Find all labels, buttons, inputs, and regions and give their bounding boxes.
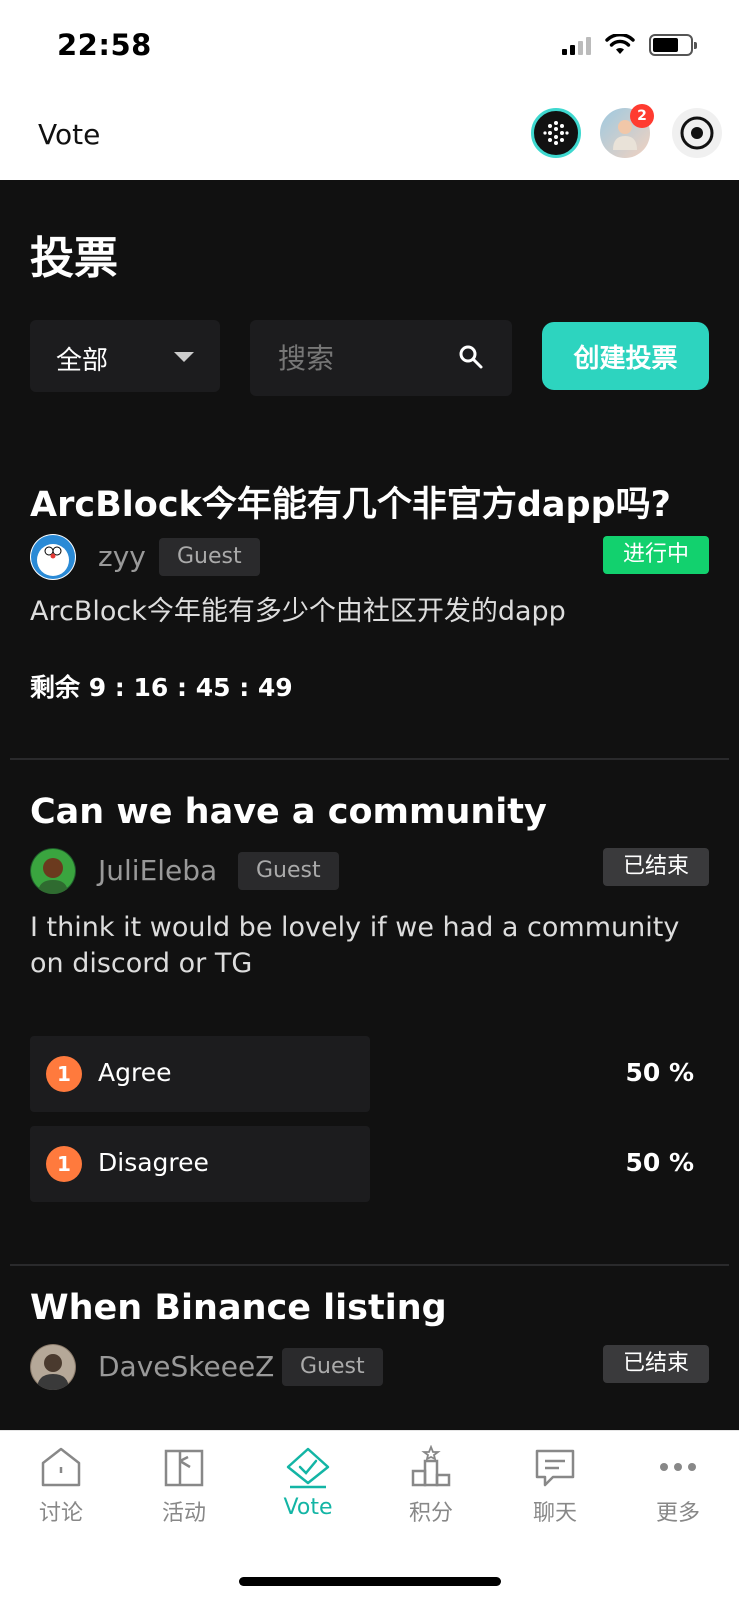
role-tag: Guest: [238, 852, 339, 890]
home-indicator: [239, 1577, 501, 1586]
category-filter-dropdown[interactable]: 全部: [30, 320, 220, 392]
user-avatar: [31, 1345, 75, 1390]
tab-label: 更多: [655, 1501, 700, 1526]
user-avatar: [31, 849, 75, 894]
arcblock-logo-icon: [543, 121, 569, 145]
status-badge: 进行中: [602, 536, 709, 574]
home-icon: [41, 1447, 81, 1487]
option-vote-count: 1: [46, 1146, 82, 1182]
gift-icon: [164, 1449, 204, 1487]
author-avatar[interactable]: [30, 1344, 76, 1390]
option-vote-count: 1: [46, 1056, 82, 1092]
poll-description: ArcBlock今年能有多少个由社区开发的dapp: [30, 596, 566, 627]
search-box: [250, 320, 512, 396]
miniprogram-close-button[interactable]: [672, 108, 722, 158]
divider: [10, 1264, 729, 1266]
vote-option[interactable]: 1 Agree 50 %: [30, 1036, 710, 1112]
author-name[interactable]: DaveSkeeeZ: [98, 1350, 274, 1383]
filter-label: 全部: [56, 346, 109, 376]
chat-icon: [535, 1449, 575, 1487]
role-tag: Guest: [159, 538, 260, 576]
search-icon[interactable]: [458, 344, 484, 370]
role-tag: Guest: [282, 1348, 383, 1386]
bottom-tab-bar: 讨论 活动 Vote 积分 聊天 更多: [0, 1430, 739, 1600]
author-name[interactable]: zyy: [98, 540, 146, 573]
tab-label: Vote: [283, 1495, 333, 1520]
tab-label: 讨论: [38, 1501, 83, 1526]
option-percent: 50 %: [625, 1148, 694, 1177]
option-percent: 50 %: [625, 1058, 694, 1087]
tab-label: 活动: [161, 1501, 206, 1526]
tab-label: 积分: [408, 1501, 453, 1526]
vote-icon: [286, 1447, 330, 1489]
poll-title[interactable]: Can we have a community: [30, 792, 547, 832]
author-avatar[interactable]: [30, 534, 76, 580]
tab-label: 聊天: [532, 1501, 577, 1526]
notification-badge: 2: [630, 104, 654, 128]
caret-down-icon: [174, 352, 194, 362]
status-icons: [562, 34, 697, 56]
doraemon-avatar: [31, 535, 75, 579]
status-bar: 22:58: [0, 0, 739, 92]
tab-vote[interactable]: Vote: [253, 1445, 363, 1520]
wifi-icon: [605, 34, 635, 54]
option-label: Agree: [98, 1058, 172, 1087]
arcblock-logo-button[interactable]: [531, 108, 581, 158]
poll-title[interactable]: ArcBlock今年能有几个非官方dapp吗?: [30, 476, 671, 527]
tab-discussion[interactable]: 讨论: [6, 1445, 116, 1527]
vote-option[interactable]: 1 Disagree 50 %: [30, 1126, 710, 1202]
tab-chat[interactable]: 聊天: [500, 1445, 610, 1527]
countdown-timer: 剩余 9 : 16 : 45 : 49: [30, 673, 293, 702]
create-poll-button[interactable]: 创建投票: [542, 322, 709, 390]
page-title: 投票: [30, 233, 118, 284]
status-badge: 已结束: [602, 1345, 709, 1383]
poll-title[interactable]: When Binance listing: [30, 1288, 447, 1328]
podium-icon: [411, 1445, 451, 1487]
author-name[interactable]: JuliEleba: [98, 854, 217, 887]
app-title: Vote: [38, 118, 101, 151]
app-header: Vote 2: [0, 92, 739, 180]
battery-icon: [649, 34, 697, 56]
tab-events[interactable]: 活动: [129, 1445, 239, 1527]
status-badge: 已结束: [602, 848, 709, 886]
author-avatar[interactable]: [30, 848, 76, 894]
more-icon: [660, 1463, 696, 1471]
divider: [10, 758, 729, 760]
poll-description: I think it would be lovely if we had a c…: [30, 912, 680, 979]
tab-points[interactable]: 积分: [376, 1445, 486, 1527]
main-content: 投票 全部 创建投票 ArcBlock今年能有几个非官方dapp吗? zyy G…: [0, 180, 739, 1430]
tab-more[interactable]: 更多: [623, 1445, 733, 1527]
cellular-signal-icon: [562, 35, 591, 55]
status-time: 22:58: [57, 28, 152, 62]
target-icon: [680, 116, 714, 150]
option-label: Disagree: [98, 1148, 209, 1177]
